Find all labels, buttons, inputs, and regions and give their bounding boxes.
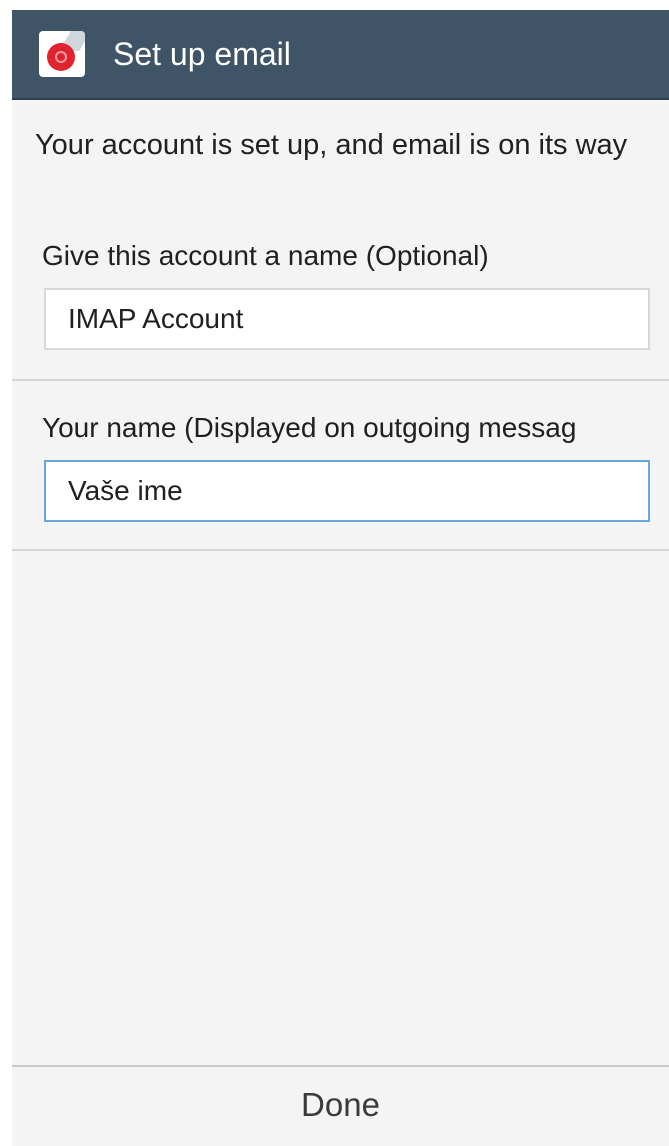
seal-mark (55, 51, 67, 63)
your-name-field[interactable]: Vaše ime (44, 460, 650, 522)
page-title: Set up email (113, 36, 291, 72)
account-name-field[interactable]: IMAP Account (44, 288, 650, 350)
email-app-icon (39, 31, 85, 77)
envelope-seal (47, 43, 75, 71)
account-name-label: Give this account a name (Optional) (42, 240, 489, 271)
setup-complete-message: Your account is set up, and email is on … (35, 129, 628, 161)
bottom-bar: Done (12, 1065, 669, 1146)
divider (12, 379, 669, 381)
your-name-label: Your name (Displayed on outgoing messag (42, 412, 577, 443)
setup-email-screen: Set up email Your account is set up, and… (12, 10, 669, 1146)
app-bar: Set up email (12, 10, 669, 100)
divider (12, 549, 669, 551)
done-button[interactable]: Done (12, 1067, 669, 1146)
